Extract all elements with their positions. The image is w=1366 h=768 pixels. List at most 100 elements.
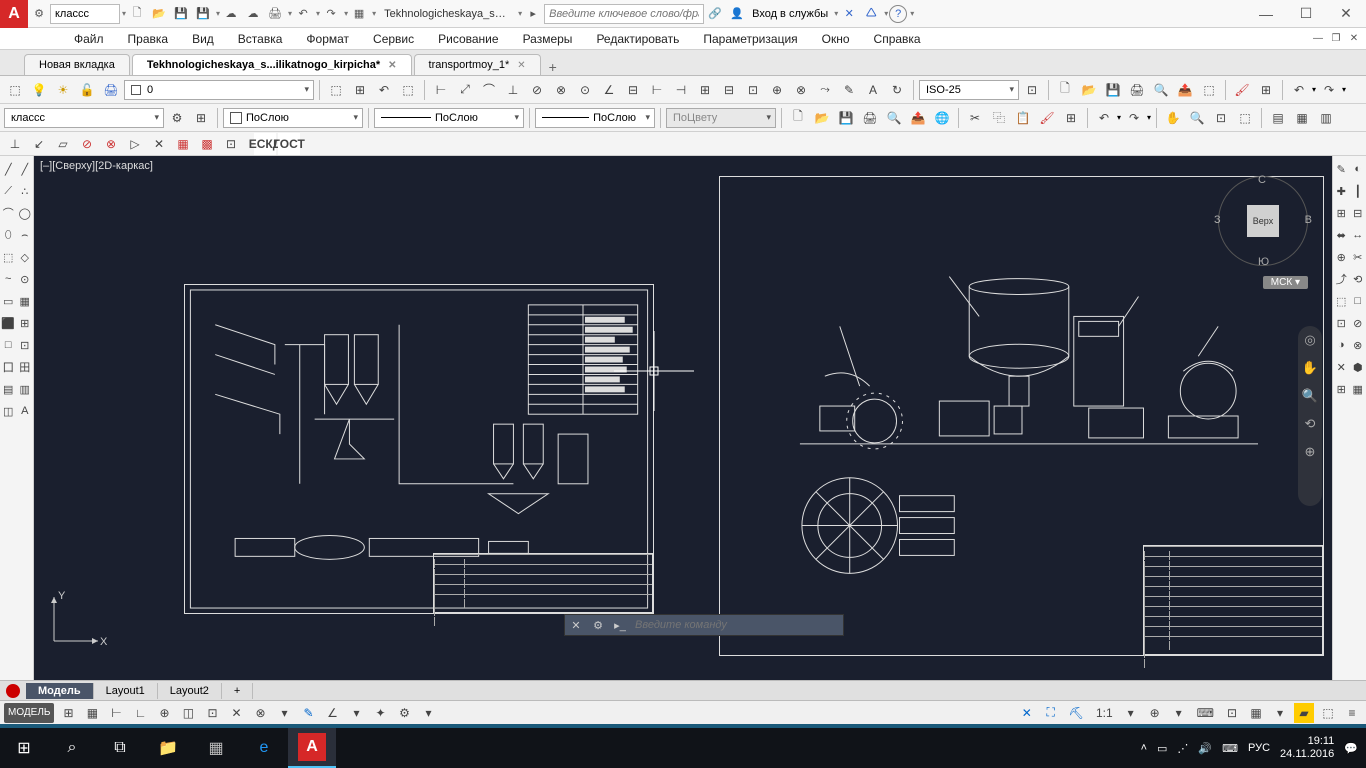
dim-angular-icon[interactable]: ∠ xyxy=(598,79,620,101)
mod20-icon[interactable]: ⬢ xyxy=(1350,356,1366,378)
scale-icon[interactable]: ↔ xyxy=(1350,224,1366,246)
g8-icon[interactable]: ▦ xyxy=(172,133,194,155)
edge-icon[interactable]: e xyxy=(240,728,288,768)
sb-r9-icon[interactable]: ▦ xyxy=(1246,703,1266,723)
dim-update-icon[interactable]: ↻ xyxy=(886,79,908,101)
mod21-icon[interactable]: ⊞ xyxy=(1333,378,1350,400)
menu-window[interactable]: Окно xyxy=(810,32,862,46)
tray-battery-icon[interactable]: ▭ xyxy=(1157,742,1167,755)
dim-continue-icon[interactable]: ⊣ xyxy=(670,79,692,101)
print-icon[interactable]: 🖨 xyxy=(265,4,285,24)
menu-draw[interactable]: Рисование xyxy=(426,32,510,46)
dim-edit-icon[interactable]: ✎ xyxy=(838,79,860,101)
search-icon[interactable]: ▸ xyxy=(523,4,543,24)
tab-close-icon[interactable]: ✕ xyxy=(517,60,525,71)
nav-wheel-icon[interactable]: ◎ xyxy=(1301,332,1319,350)
dim-arc-icon[interactable]: ⌒ xyxy=(478,79,500,101)
g7-icon[interactable]: ✕ xyxy=(148,133,170,155)
std-publish-icon[interactable]: 📤 xyxy=(1174,79,1196,101)
move-icon[interactable]: ⊟ xyxy=(1350,202,1366,224)
dim-linear-icon[interactable]: ⊢ xyxy=(430,79,452,101)
stretch-icon[interactable]: ⊕ xyxy=(1333,246,1350,268)
match2-icon[interactable]: 🖌 xyxy=(1036,107,1058,129)
new-icon[interactable]: 🗋 xyxy=(127,4,147,24)
rotate-icon[interactable]: ⬌ xyxy=(1333,224,1350,246)
dim-space-icon[interactable]: ⊞ xyxy=(694,79,716,101)
sb-r1-icon[interactable]: ✕ xyxy=(1017,703,1037,723)
layer-lock-icon[interactable]: 🔓 xyxy=(76,79,98,101)
undo3-icon[interactable]: ↶ xyxy=(1093,107,1115,129)
g2-icon[interactable]: ↙ xyxy=(28,133,50,155)
layer-prev-icon[interactable]: ↶ xyxy=(373,79,395,101)
viewcube-south[interactable]: Ю xyxy=(1258,256,1269,268)
textstyle-icon[interactable]: ⚙ xyxy=(166,107,188,129)
g9-icon[interactable]: ▩ xyxy=(196,133,218,155)
signin-icon[interactable]: 👤 xyxy=(727,4,747,24)
nav-bar[interactable]: ◎ ✋ 🔍 ⟲ ⊕ xyxy=(1298,326,1322,506)
rect-tool-icon[interactable]: ⬚ xyxy=(0,246,17,268)
layer-on-icon[interactable]: 💡 xyxy=(28,79,50,101)
menu-parametric[interactable]: Параметризация xyxy=(691,32,809,46)
sb-otrack-icon[interactable]: ✕ xyxy=(226,703,246,723)
layer-iso-icon[interactable]: ⊞ xyxy=(349,79,371,101)
sb-3dosnap-icon[interactable]: ⊡ xyxy=(202,703,222,723)
layer-states-icon[interactable]: ⬚ xyxy=(325,79,347,101)
signin-label[interactable]: Вход в службы xyxy=(748,8,832,20)
dimstyle-icon[interactable]: ⊡ xyxy=(1021,79,1043,101)
dim-aligned-icon[interactable]: ⤢ xyxy=(454,79,476,101)
cloud-save-icon[interactable]: ☁ xyxy=(243,4,263,24)
autocad-task-icon[interactable]: A xyxy=(288,728,336,768)
plotstyle-combo[interactable]: ПоЦвету xyxy=(666,108,776,128)
break-icon[interactable]: ⟲ xyxy=(1350,268,1366,290)
std-3ddwf-icon[interactable]: ⬚ xyxy=(1198,79,1220,101)
sb-qp-icon[interactable]: ▾ xyxy=(346,703,366,723)
taskbar-clock[interactable]: 19:11 24.11.2016 xyxy=(1280,735,1334,761)
app-icon[interactable]: ▦ xyxy=(192,728,240,768)
layer-freeze-icon[interactable]: ☀ xyxy=(52,79,74,101)
table-tool-icon[interactable]: □ xyxy=(0,334,17,356)
sb-polar-icon[interactable]: ∟ xyxy=(130,703,150,723)
menu-dimension[interactable]: Размеры xyxy=(511,32,585,46)
extend-icon[interactable]: ⤴ xyxy=(1333,268,1350,290)
dim-ordinate-icon[interactable]: ⊥ xyxy=(502,79,524,101)
add-tab-button[interactable]: + xyxy=(543,59,563,75)
gost-button[interactable]: ГОСТ xyxy=(278,133,300,155)
menu-edit[interactable]: Правка xyxy=(116,32,181,46)
tray-notifications-icon[interactable]: 💬 xyxy=(1344,742,1358,755)
tab-transportmoy[interactable]: transportmoy_1*✕ xyxy=(414,54,541,75)
tab-close-icon[interactable]: ✕ xyxy=(388,60,396,71)
dim-quick-icon[interactable]: ⊟ xyxy=(622,79,644,101)
spline-tool-icon[interactable]: ~ xyxy=(0,268,17,290)
layout-add[interactable]: + xyxy=(222,683,253,699)
menu-format[interactable]: Формат xyxy=(294,32,361,46)
grid-icon[interactable]: ▦ xyxy=(349,4,369,24)
std-print-icon[interactable]: 🖨 xyxy=(1126,79,1148,101)
cmd-close-icon[interactable]: ✕ xyxy=(565,619,587,632)
mdi-minimize-icon[interactable]: — xyxy=(1310,31,1326,47)
layer-props-icon[interactable]: ⬚ xyxy=(4,79,26,101)
taskview-button[interactable]: ⧉ xyxy=(96,728,144,768)
linetype-combo[interactable]: ПоСлою xyxy=(374,108,524,128)
sb-r10-icon[interactable]: ▾ xyxy=(1270,703,1290,723)
text-tool-icon[interactable]: A xyxy=(17,400,34,422)
paste-icon[interactable]: 📋 xyxy=(1012,107,1034,129)
nav-pan-icon[interactable]: ✋ xyxy=(1301,360,1319,378)
undo2-icon[interactable]: ↶ xyxy=(1288,79,1310,101)
region-tool-icon[interactable]: ⊞ xyxy=(17,312,34,334)
sb-sc-icon[interactable]: ✦ xyxy=(370,703,390,723)
open-icon[interactable]: 📂 xyxy=(149,4,169,24)
sb-r6-icon[interactable]: ▾ xyxy=(1169,703,1189,723)
mdi-close-icon[interactable]: ✕ xyxy=(1346,31,1362,47)
mdi-restore-icon[interactable]: ❐ xyxy=(1328,31,1344,47)
zoom-win-icon[interactable]: ⬚ xyxy=(1234,107,1256,129)
centermark-icon[interactable]: ⊕ xyxy=(766,79,788,101)
blockedit2-icon[interactable]: ⊞ xyxy=(1060,107,1082,129)
menu-file[interactable]: Файл xyxy=(62,32,116,46)
dim-diameter-icon[interactable]: ⊙ xyxy=(574,79,596,101)
join-icon[interactable]: ⬚ xyxy=(1333,290,1350,312)
trim-icon[interactable]: ✂ xyxy=(1350,246,1366,268)
cmd-options-icon[interactable]: ⚙ xyxy=(587,619,609,632)
tab-new[interactable]: Новая вкладка xyxy=(24,54,130,75)
menu-view[interactable]: Вид xyxy=(180,32,226,46)
sb-r8-icon[interactable]: ⊡ xyxy=(1222,703,1242,723)
